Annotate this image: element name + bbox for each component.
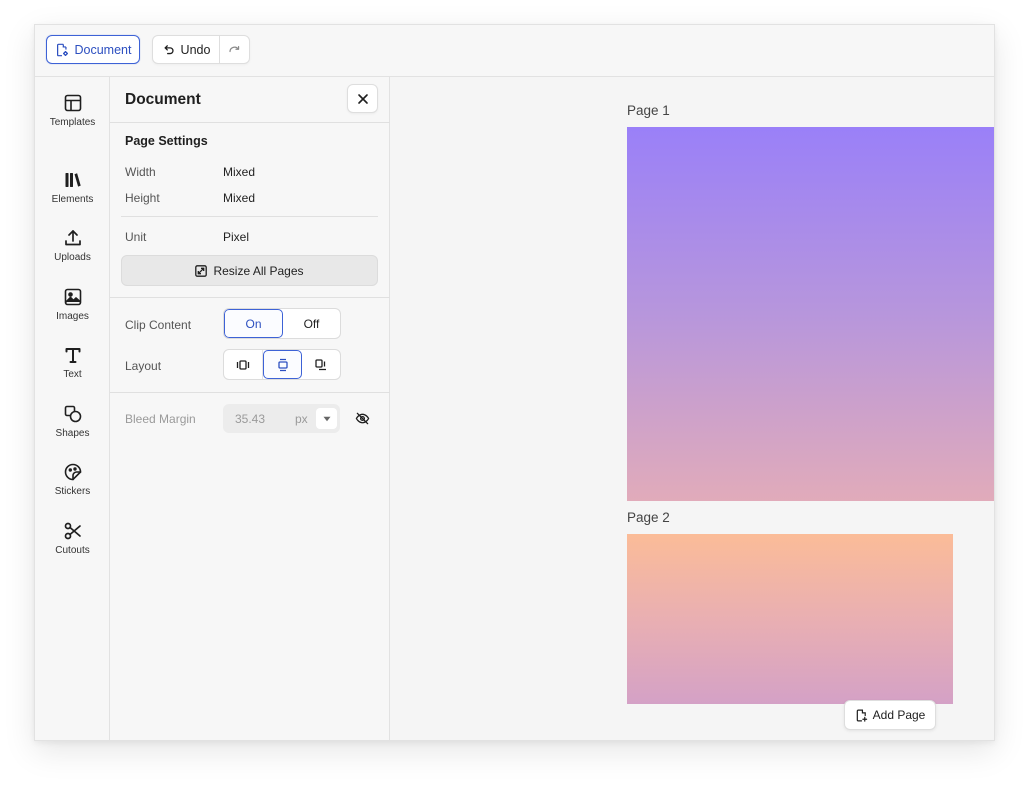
close-panel-button[interactable] bbox=[347, 84, 378, 113]
page-settings-title: Page Settings bbox=[125, 134, 208, 148]
rail-item-shapes[interactable]: Shapes bbox=[35, 404, 110, 454]
resize-all-pages-label: Resize All Pages bbox=[213, 263, 304, 278]
eye-off-icon[interactable] bbox=[355, 411, 370, 426]
rail-item-label: Stickers bbox=[54, 486, 91, 497]
rail-item-cutouts[interactable]: Cutouts bbox=[35, 521, 110, 571]
caret-down-icon bbox=[323, 416, 330, 421]
undo-icon bbox=[164, 45, 174, 55]
rail-item-label: Elements bbox=[51, 194, 94, 205]
page-canvas: Page 1 Page 2 Add Page bbox=[390, 77, 994, 740]
tool-rail: Templates Elements Uploads Images Text S… bbox=[35, 77, 110, 740]
rail-item-label: Templates bbox=[49, 117, 96, 128]
rail-item-templates[interactable]: Templates bbox=[35, 93, 110, 143]
page-1-label: Page 1 bbox=[627, 103, 670, 118]
layout-option-free[interactable] bbox=[302, 350, 340, 379]
clip-on-option[interactable]: On bbox=[224, 309, 283, 338]
scissors-icon bbox=[64, 522, 81, 540]
height-value[interactable]: Mixed bbox=[223, 191, 255, 205]
editor-window: Document Undo Templates Elements Uploads bbox=[34, 24, 995, 741]
bleed-margin-input[interactable]: 35.43 px bbox=[223, 404, 340, 433]
bleed-unit-dropdown[interactable] bbox=[316, 408, 337, 429]
clip-off-option[interactable]: Off bbox=[283, 309, 340, 338]
rail-item-images[interactable]: Images bbox=[35, 287, 110, 337]
bleed-margin-unit: px bbox=[295, 411, 308, 426]
width-value[interactable]: Mixed bbox=[223, 165, 255, 179]
page-1[interactable] bbox=[627, 127, 994, 501]
upload-icon bbox=[64, 230, 81, 246]
height-label: Height bbox=[125, 191, 160, 205]
undo-label: Undo bbox=[180, 42, 211, 57]
add-page-label: Add Page bbox=[872, 708, 926, 722]
rail-item-label: Cutouts bbox=[55, 545, 90, 556]
document-settings-icon bbox=[56, 43, 68, 56]
page-2[interactable] bbox=[627, 534, 953, 704]
undo-button[interactable]: Undo bbox=[153, 36, 220, 63]
divider bbox=[121, 216, 378, 217]
add-page-icon bbox=[856, 709, 867, 722]
rail-item-uploads[interactable]: Uploads bbox=[35, 228, 110, 278]
divider bbox=[110, 297, 390, 298]
layout-vertical-icon bbox=[277, 358, 288, 371]
document-button[interactable]: Document bbox=[46, 35, 140, 64]
document-panel: Document Page Settings Width Mixed Heigh… bbox=[110, 77, 390, 740]
clip-content-label: Clip Content bbox=[125, 318, 192, 332]
layout-free-icon bbox=[315, 358, 327, 370]
layout-label: Layout bbox=[125, 359, 162, 373]
redo-icon bbox=[229, 46, 240, 53]
rail-item-stickers[interactable]: Stickers bbox=[35, 462, 110, 512]
text-icon bbox=[65, 348, 80, 363]
close-icon bbox=[357, 93, 368, 104]
add-page-button[interactable]: Add Page bbox=[844, 700, 936, 730]
history-group: Undo bbox=[152, 35, 250, 64]
layout-icon bbox=[64, 94, 81, 112]
rail-item-label: Shapes bbox=[55, 428, 90, 439]
layout-horizontal-icon bbox=[236, 359, 249, 370]
redo-button[interactable] bbox=[220, 36, 249, 63]
rail-item-label: Text bbox=[63, 369, 82, 380]
layout-toggle bbox=[223, 349, 341, 380]
sticker-icon bbox=[64, 463, 81, 481]
unit-value[interactable]: Pixel bbox=[223, 230, 249, 244]
resize-all-pages-button[interactable]: Resize All Pages bbox=[121, 255, 378, 286]
width-label: Width bbox=[125, 165, 156, 179]
shapes-icon bbox=[64, 405, 81, 423]
divider bbox=[110, 122, 390, 123]
page-2-label: Page 2 bbox=[627, 510, 670, 525]
rail-item-text[interactable]: Text bbox=[35, 345, 110, 395]
rail-item-label: Uploads bbox=[54, 252, 91, 263]
library-icon bbox=[65, 173, 81, 187]
rail-item-elements[interactable]: Elements bbox=[35, 170, 110, 220]
clip-content-toggle: On Off bbox=[223, 308, 341, 339]
layout-option-vertical[interactable] bbox=[262, 350, 303, 379]
bleed-margin-value: 35.43 bbox=[235, 411, 266, 426]
bleed-margin-label: Bleed Margin bbox=[125, 412, 196, 426]
image-icon bbox=[64, 288, 81, 306]
divider bbox=[110, 392, 390, 393]
top-toolbar: Document Undo bbox=[35, 25, 994, 77]
resize-icon bbox=[195, 264, 208, 277]
unit-label: Unit bbox=[125, 230, 147, 244]
panel-title: Document bbox=[125, 91, 201, 108]
rail-item-label: Images bbox=[56, 311, 89, 322]
layout-option-horizontal[interactable] bbox=[224, 350, 263, 379]
document-button-label: Document bbox=[74, 42, 132, 57]
